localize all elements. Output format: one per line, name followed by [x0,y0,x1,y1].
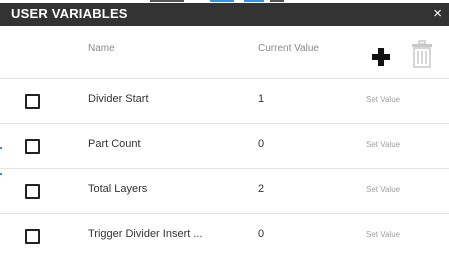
top-strip-segment [210,0,234,2]
table-row: Trigger Divider Insert ... 0 Set Value [0,213,449,256]
variable-name: Trigger Divider Insert ... [88,228,203,240]
add-variable-button[interactable] [370,46,392,68]
variable-value: 0 [258,138,265,150]
top-strip-segment [270,0,284,2]
set-value-link[interactable]: Set Value [366,95,400,104]
row-checkbox[interactable] [25,94,40,109]
user-variables-dialog: Name Current Value Divider Start 1 Set V… [0,26,449,256]
variable-value: 1 [258,93,265,105]
variable-value: 0 [258,228,265,240]
table-row: Divider Start 1 Set Value [0,78,449,123]
column-header-name: Name [88,43,115,54]
set-value-link[interactable]: Set Value [366,140,400,149]
top-strip-segment [150,0,184,2]
table-row: Part Count 0 Set Value [0,123,449,168]
variable-name: Part Count [88,138,141,150]
row-checkbox[interactable] [25,229,40,244]
set-value-link[interactable]: Set Value [366,185,400,194]
dialog-title: USER VARIABLES [11,6,128,21]
row-checkbox[interactable] [25,184,40,199]
edge-marker [0,173,2,175]
top-strip-segment [244,0,264,2]
trash-icon [412,40,432,68]
dialog-titlebar: USER VARIABLES × [0,3,449,26]
variable-name: Divider Start [88,93,149,105]
set-value-link[interactable]: Set Value [366,230,400,239]
edge-marker [0,147,2,149]
plus-icon [372,48,390,66]
table-header: Name Current Value [0,26,449,76]
variable-value: 2 [258,183,265,195]
delete-variable-button[interactable] [411,40,433,68]
variable-name: Total Layers [88,183,148,195]
row-checkbox[interactable] [25,139,40,154]
close-icon[interactable]: × [433,5,442,23]
table-row: Total Layers 2 Set Value [0,168,449,213]
column-header-current-value: Current Value [258,43,319,54]
